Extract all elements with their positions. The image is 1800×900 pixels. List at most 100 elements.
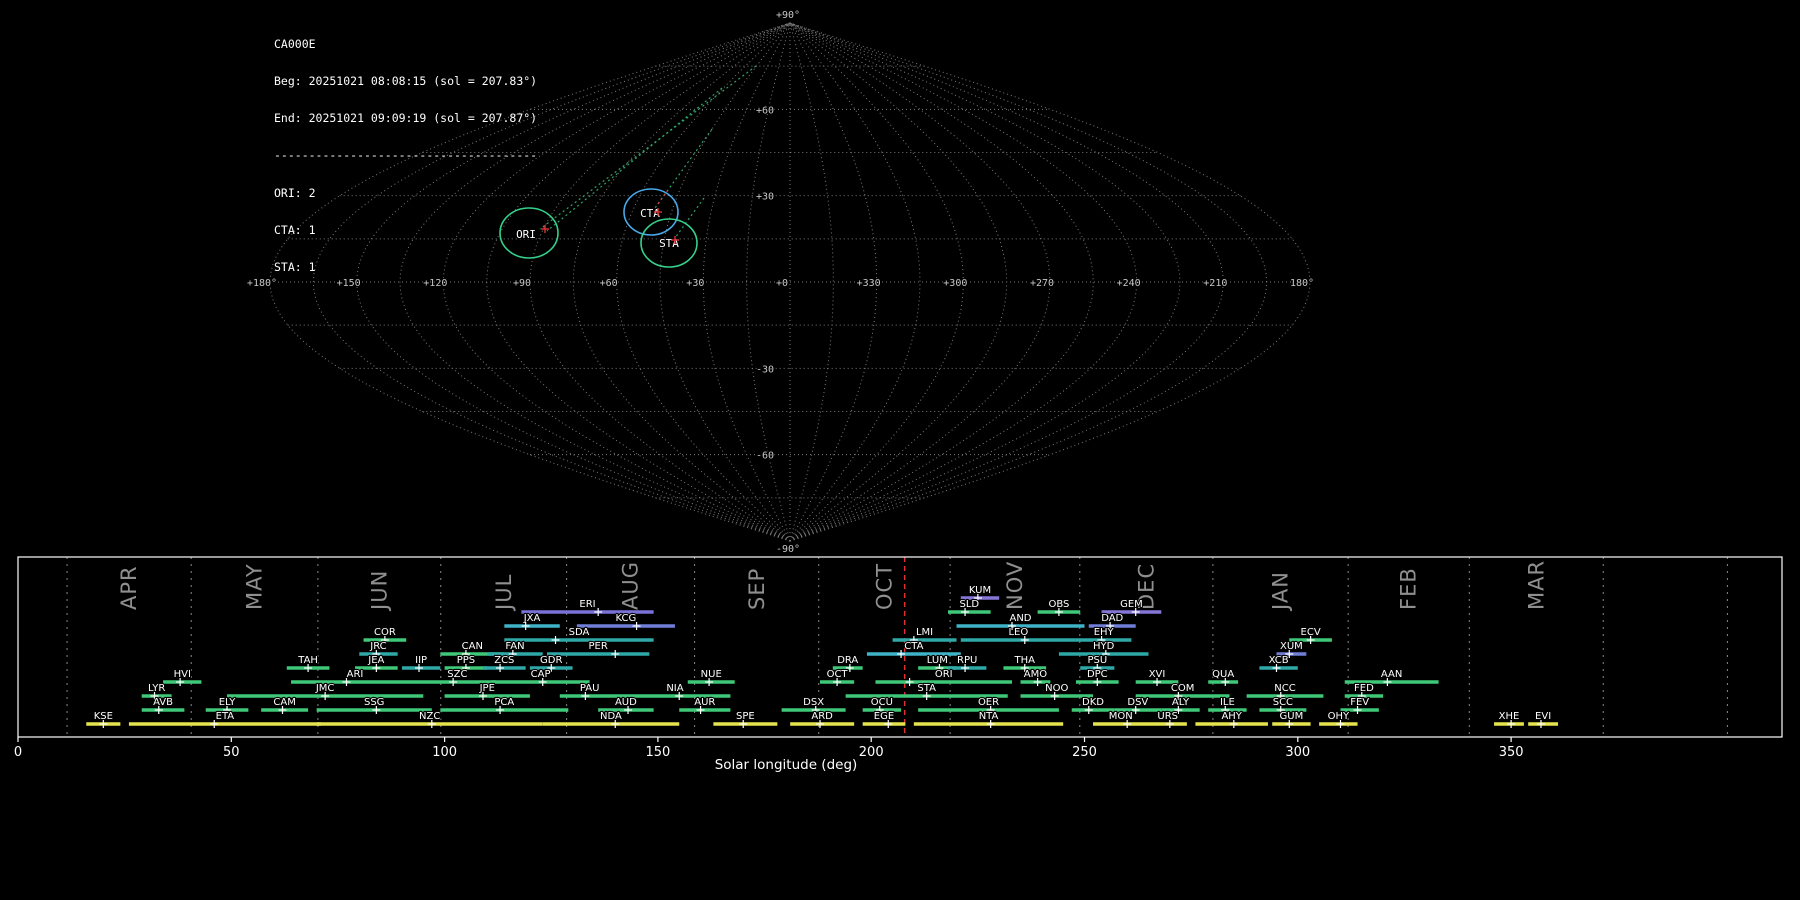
month-label: APR (117, 565, 141, 610)
shower-label: ARI (347, 669, 364, 680)
shower-label: GEM (1120, 599, 1143, 610)
shower-label: AMO (1024, 669, 1047, 680)
shower-label: ARD (811, 711, 833, 722)
month-label: AUG (619, 561, 643, 610)
shower-label: OER (978, 697, 999, 708)
shower-label: LYR (148, 683, 165, 694)
shower-label: AAN (1381, 669, 1402, 680)
shower-label: DRA (837, 655, 858, 666)
shower-label: LUM (927, 655, 948, 666)
lon-label: +60 (600, 278, 618, 289)
shower-label: AUD (615, 697, 637, 708)
count-line-sta: STA: 1 (274, 260, 316, 275)
lon-label: +270 (1030, 278, 1054, 289)
shower-label: SDA (569, 627, 590, 638)
shower-label: FAN (505, 641, 524, 652)
shower-label: SLD (960, 599, 980, 610)
lat-label: -90° (776, 544, 800, 555)
shower-label: SZC (447, 669, 467, 680)
begin-time-line: Beg: 20251021 08:08:15 (sol = 207.83°) (274, 74, 538, 89)
end-time-line: End: 20251021 09:09:19 (sol = 207.87°) (274, 111, 538, 126)
shower-label: DKD (1082, 697, 1104, 708)
plot-canvas: +90°+60+30-30-60-90°+180° +150 +120 +90 +60 +… (13, 9, 1783, 774)
shower-label: NCC (1274, 683, 1295, 694)
shower-label: SCC (1273, 697, 1293, 708)
month-label: FEB (1397, 567, 1421, 610)
lat-label: +60 (756, 105, 774, 116)
x-tick-label: 250 (1072, 745, 1097, 760)
station-code: CA000E (274, 36, 316, 51)
lat-label: -60 (756, 451, 774, 462)
shower-label: DSV (1127, 697, 1148, 708)
shower-label: NDA (600, 711, 622, 722)
shower-label: EGE (874, 711, 894, 722)
shower-label: OHY (1328, 711, 1350, 722)
x-tick-label: 0 (14, 745, 22, 760)
peak-marker (611, 650, 620, 658)
shower-label: LEO (1008, 627, 1028, 638)
x-tick-label: 50 (223, 745, 240, 760)
shower-label: DAD (1101, 613, 1123, 624)
shower-label: NIA (666, 683, 683, 694)
peak-marker (551, 636, 560, 644)
shower-label: OCU (871, 697, 893, 708)
month-label: MAY (242, 563, 266, 610)
shower-label: PCA (494, 697, 514, 708)
shower-label: JRC (369, 641, 386, 652)
shower-label: ALY (1172, 697, 1190, 708)
shower-label: EVI (1535, 711, 1551, 722)
shower-label: CTA (904, 641, 923, 652)
shower-label: DSX (803, 697, 824, 708)
lon-label: +0 (776, 278, 788, 289)
lon-label: +180° (247, 278, 277, 289)
count-line-cta: CTA: 1 (274, 222, 316, 237)
meteor-trail (674, 197, 705, 239)
shower-label: CAN (462, 641, 483, 652)
shower-label: AHY (1221, 711, 1242, 722)
lon-label: +240 (1117, 278, 1141, 289)
shower-label: NTA (979, 711, 999, 722)
shower-label: AVB (153, 697, 173, 708)
lon-label: +210 (1203, 278, 1227, 289)
x-tick-label: 300 (1285, 745, 1310, 760)
lon-label: +300 (943, 278, 967, 289)
shower-label: NZC (419, 711, 440, 722)
shower-label: HVI (174, 669, 191, 680)
shower-label: NOO (1045, 683, 1068, 694)
month-label: JUN (367, 570, 391, 612)
month-label: OCT (872, 563, 896, 610)
x-tick-label: 200 (859, 745, 884, 760)
month-label: NOV (1003, 561, 1027, 610)
lat-label: +90° (776, 10, 800, 21)
meteor-trail (654, 128, 713, 209)
shower-label: XUM (1280, 641, 1303, 652)
separator-line: -------------------------------------- (274, 148, 538, 163)
shower-label: QUA (1212, 669, 1234, 680)
shower-label: MON (1109, 711, 1133, 722)
shower-label: NUE (701, 669, 722, 680)
lon-label: +330 (857, 278, 881, 289)
shower-label: HYD (1093, 641, 1115, 652)
month-label: JAN (1269, 571, 1293, 612)
lat-label: +30 (756, 192, 774, 203)
x-tick-label: 350 (1499, 745, 1524, 760)
shower-label: GUM (1280, 711, 1304, 722)
shower-label: AUR (694, 697, 715, 708)
shower-label: CAP (531, 669, 551, 680)
shower-label: SSG (364, 697, 384, 708)
shower-label: LMI (916, 627, 933, 638)
month-label: JUL (492, 574, 516, 612)
lon-label: 180° (1290, 278, 1314, 289)
shower-label: AND (1009, 613, 1031, 624)
shower-label: ILE (1220, 697, 1235, 708)
shower-label: XCB (1269, 655, 1289, 666)
shower-label: PER (589, 641, 608, 652)
shower-label: IIP (415, 655, 427, 666)
count-line-ori: ORI: 2 (274, 185, 316, 200)
shower-label: KCG (616, 613, 637, 624)
x-axis-title: Solar longitude (deg) (715, 757, 858, 773)
shower-label: ZCS (494, 655, 514, 666)
radiant-plot-screen: +90° +60 +30 -30 -60 -90° +180° +150 +120 +90 +60 +… (0, 0, 1800, 900)
peak-marker (905, 678, 914, 686)
radiant-marker (541, 225, 549, 233)
